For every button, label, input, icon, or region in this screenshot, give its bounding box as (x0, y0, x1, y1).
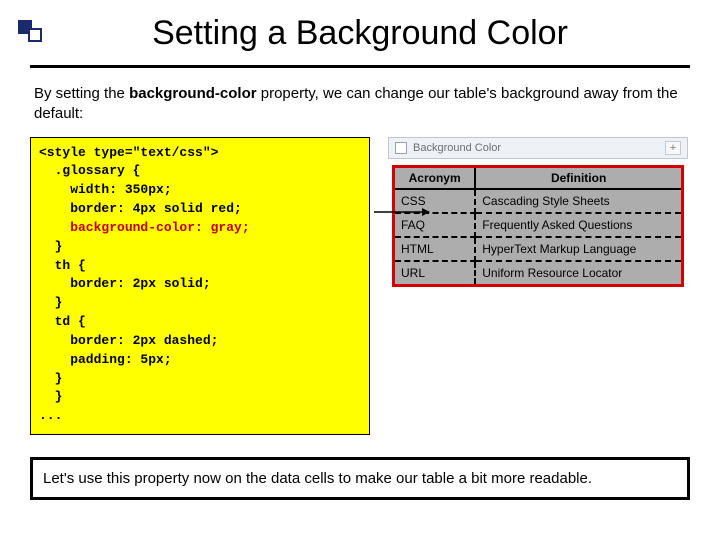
page-icon (395, 142, 407, 154)
code-line: td { (39, 314, 86, 329)
td-definition: HyperText Markup Language (475, 237, 682, 261)
intro-before: By setting the (34, 85, 129, 102)
output-preview: Background Color + Acronym Definition CS… (388, 137, 688, 291)
table-row: FAQ Frequently Asked Questions (394, 213, 683, 237)
table-header-row: Acronym Definition (394, 166, 683, 189)
browser-tab-bar: Background Color + (388, 137, 688, 159)
callout-text: Let's use this property now on the data … (43, 470, 592, 487)
page-title: Setting a Background Color (30, 14, 690, 61)
browser-tab-label: Background Color (413, 142, 501, 154)
table-row: HTML HyperText Markup Language (394, 237, 683, 261)
td-acronym: HTML (394, 237, 476, 261)
code-line: width: 350px; (39, 182, 172, 197)
td-definition: Frequently Asked Questions (475, 213, 682, 237)
intro-keyword: background-color (129, 85, 257, 102)
code-line: border: 4px solid red; (39, 201, 242, 216)
code-line: <style type="text/css"> (39, 145, 218, 160)
code-line: padding: 5px; (39, 352, 172, 367)
code-line: .glossary { (39, 163, 140, 178)
code-line: } (39, 389, 62, 404)
code-line-highlight: background-color: gray; (39, 220, 250, 235)
code-line: border: 2px dashed; (39, 333, 218, 348)
code-line: border: 2px solid; (39, 276, 211, 291)
table-row: CSS Cascading Style Sheets (394, 189, 683, 213)
callout-box: Let's use this property now on the data … (30, 457, 690, 500)
arrow-icon (374, 207, 430, 217)
code-line: ... (39, 408, 62, 423)
code-example: <style type="text/css"> .glossary { widt… (30, 137, 370, 436)
plus-icon: + (665, 141, 681, 155)
td-acronym: URL (394, 261, 476, 286)
th-definition: Definition (475, 166, 682, 189)
glossary-table: Acronym Definition CSS Cascading Style S… (392, 165, 684, 287)
table-row: URL Uniform Resource Locator (394, 261, 683, 286)
th-acronym: Acronym (394, 166, 476, 189)
code-line: } (39, 371, 62, 386)
code-line: th { (39, 258, 86, 273)
title-underline (30, 65, 690, 68)
code-line: } (39, 295, 62, 310)
intro-text: By setting the background-color property… (34, 84, 690, 125)
td-definition: Uniform Resource Locator (475, 261, 682, 286)
td-definition: Cascading Style Sheets (475, 189, 682, 213)
code-line: } (39, 239, 62, 254)
